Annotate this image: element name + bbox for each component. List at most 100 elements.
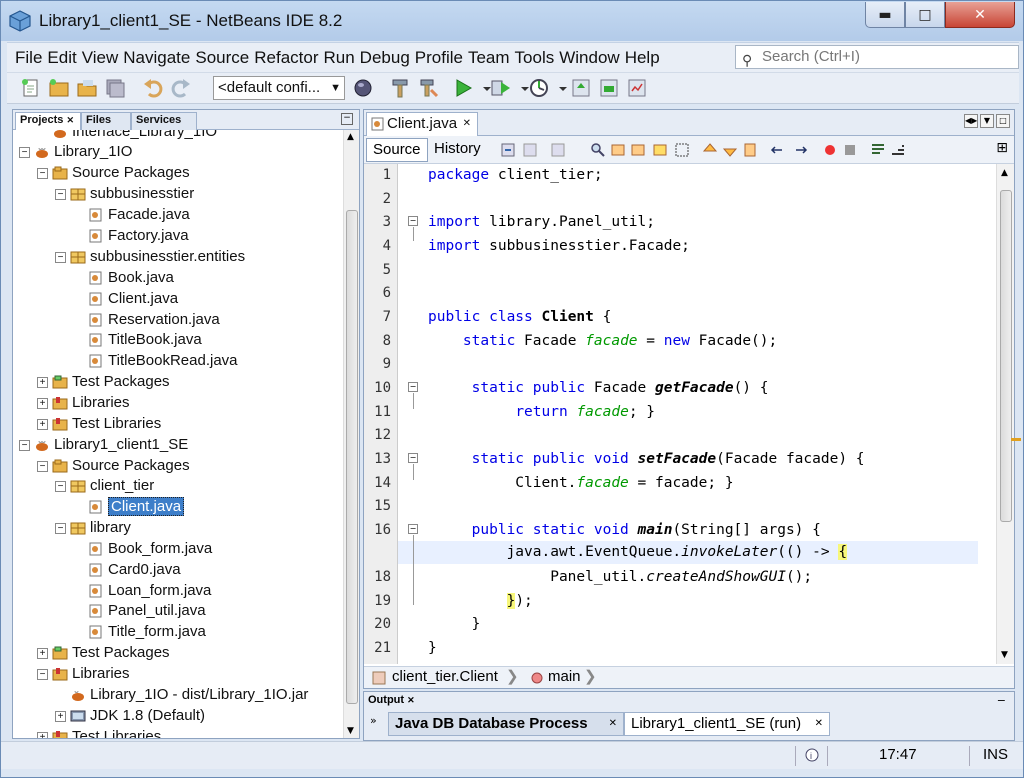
close-tab-icon[interactable]: ✕ [463,113,471,135]
collapse-icon[interactable]: − [37,167,48,179]
new-project-icon[interactable] [47,76,71,100]
profile-dropdown-icon[interactable] [551,76,567,100]
menu-tools[interactable]: Tools [515,48,560,68]
fold-toggle-icon[interactable]: − [408,453,418,463]
run-dropdown-icon[interactable] [475,76,491,100]
tree-item[interactable]: Panel_util.java [88,601,206,621]
tree-item[interactable]: Loan_form.java [88,581,211,601]
tree-item[interactable]: Factory.java [88,226,189,246]
tree-item[interactable]: + Test Libraries [37,727,161,738]
scroll-thumb[interactable] [1000,190,1012,522]
menu-team[interactable]: Team [468,48,515,68]
tree-item[interactable]: Client.java [88,289,178,309]
tree-item[interactable]: Facade.java [88,205,190,225]
tree-item[interactable]: Client.java [88,497,185,517]
close-tab-icon[interactable]: ✕ [609,713,617,735]
scroll-down-icon[interactable]: ▼ [347,726,354,736]
menu-help[interactable]: Help [625,48,665,68]
toggle-bookmark-icon[interactable] [742,142,758,158]
debug-icon[interactable] [489,76,513,100]
projects-scrollbar[interactable]: ▲ ▼ [343,130,359,738]
tree-item[interactable]: TitleBookRead.java [88,351,238,371]
tree-item[interactable]: Title_form.java [88,622,206,642]
split-editor-icon[interactable]: ⊞ [996,140,1008,156]
expand-icon[interactable]: + [37,418,48,430]
tree-item[interactable]: − Libraries [37,664,130,684]
maximize-button[interactable]: □ [905,2,945,28]
tree-item[interactable]: Interface_Library_1IO [52,130,217,142]
tree-item[interactable]: − Library1_client1_SE [19,435,188,455]
forward-icon[interactable] [550,142,566,158]
fold-toggle-icon[interactable]: − [408,524,418,534]
collapse-icon[interactable]: − [55,188,66,200]
memory-icon[interactable] [597,76,621,100]
tab-services[interactable]: Services [131,112,197,130]
build-hammer-icon[interactable] [389,76,413,100]
tree-item[interactable]: Card0.java [88,560,181,580]
tree-item[interactable]: Book_form.java [88,539,212,559]
tab-run-output[interactable]: Library1_client1_SE (run) ✕ [624,712,830,736]
breadcrumb-method[interactable]: main [548,667,581,687]
notifications-icon[interactable]: i [805,748,819,762]
profile-icon[interactable] [527,76,551,100]
prev-bookmark-icon[interactable] [702,142,718,158]
globe-icon[interactable] [351,76,375,100]
tree-item[interactable]: Book.java [88,268,174,288]
toggle-highlight-icon[interactable] [652,142,668,158]
tree-item[interactable]: + Test Packages [37,643,170,663]
editor-scrollbar[interactable]: ▲ ▼ [996,164,1021,664]
uncomment-icon[interactable] [890,142,906,158]
configuration-select[interactable]: <default confi... ▼ [213,76,345,100]
shift-right-icon[interactable] [792,142,808,158]
close-tab-icon[interactable]: ✕ [815,713,823,735]
tab-list-dropdown-icon[interactable]: ▼ [980,114,994,128]
open-project-icon[interactable] [75,76,99,100]
double-chevron-icon[interactable]: » [370,714,377,727]
scroll-up-icon[interactable]: ▲ [1001,168,1008,178]
menu-refactor[interactable]: Refactor [254,48,323,68]
collapse-icon[interactable]: − [55,522,66,534]
fold-toggle-icon[interactable]: − [408,216,418,226]
menu-debug[interactable]: Debug [360,48,415,68]
find-icon[interactable] [590,142,606,158]
expand-icon[interactable]: + [37,397,48,409]
debug-dropdown-icon[interactable] [513,76,529,100]
rect-select-icon[interactable] [674,142,690,158]
scroll-up-icon[interactable]: ▲ [347,132,354,142]
comment-icon[interactable] [870,142,886,158]
last-edit-icon[interactable] [500,142,516,158]
title-bar[interactable]: Library1_client1_SE - NetBeans IDE 8.2 ▬… [1,1,1023,41]
fold-toggle-icon[interactable]: − [408,382,418,392]
tree-item[interactable]: TitleBook.java [88,330,202,350]
code-area[interactable]: − − − − package client_tier; import libr… [398,164,996,664]
tab-projects[interactable]: Projects ✕ [15,112,81,130]
tab-client-java[interactable]: Client.java ✕ [366,112,478,136]
history-view-button[interactable]: History [430,138,485,162]
tree-item[interactable]: − client_tier [55,476,154,496]
tree-item[interactable]: Library_1IO - dist/Library_1IO.jar [70,685,308,705]
tree-item[interactable]: Reservation.java [88,310,220,330]
close-icon[interactable]: ✕ [66,115,74,125]
tab-java-db-process[interactable]: Java DB Database Process ✕ [388,712,624,736]
shift-left-icon[interactable] [770,142,786,158]
tree-item[interactable]: − subbusinesstier [55,184,194,204]
error-stripe-marker[interactable] [1011,438,1021,441]
scroll-tabs-left-icon[interactable]: ◀▶ [964,114,978,128]
gc-icon[interactable] [569,76,593,100]
run-icon[interactable] [451,76,475,100]
expand-icon[interactable]: + [55,710,66,722]
minimize-panel-icon[interactable]: − [341,113,353,125]
tree-item[interactable]: + Test Libraries [37,414,161,434]
collapse-icon[interactable]: − [19,439,30,451]
find-previous-icon[interactable] [610,142,626,158]
menu-edit[interactable]: Edit [47,48,81,68]
maximize-editor-icon[interactable]: □ [996,114,1010,128]
menu-profile[interactable]: Profile [415,48,468,68]
tree-item[interactable]: − Source Packages [37,163,190,183]
collapse-icon[interactable]: − [37,460,48,472]
menu-window[interactable]: Window [559,48,624,68]
minimize-panel-icon[interactable]: − [997,694,1006,707]
menu-view[interactable]: View [82,48,124,68]
menu-run[interactable]: Run [323,48,359,68]
find-next-icon[interactable] [630,142,646,158]
